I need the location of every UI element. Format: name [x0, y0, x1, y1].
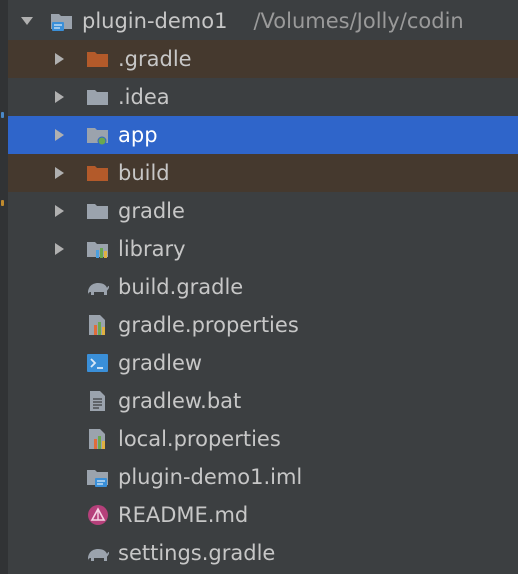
project-name: plugin-demo1 — [82, 9, 228, 33]
tree-item-label: app — [118, 123, 158, 147]
tree-item-label: settings.gradle — [118, 541, 276, 565]
tree-item-gradle[interactable]: gradle — [8, 192, 518, 230]
properties-file-icon — [86, 428, 110, 450]
collapsed-arrow-icon[interactable] — [52, 128, 66, 142]
tree-item-label: plugin-demo1.iml — [118, 465, 303, 489]
tree-root-project[interactable]: plugin-demo1 /Volumes/Jolly/codin — [8, 2, 518, 40]
tree-item-settings-gradle[interactable]: settings.gradle — [8, 534, 518, 572]
folder-excluded-icon — [86, 48, 110, 70]
tree-item-gradlew[interactable]: gradlew — [8, 344, 518, 382]
tree-item-gradle[interactable]: .gradle — [8, 40, 518, 78]
tree-item-plugin-demo1-iml[interactable]: plugin-demo1.iml — [8, 458, 518, 496]
text-file-icon — [86, 390, 110, 412]
collapsed-arrow-icon[interactable] — [52, 204, 66, 218]
collapsed-arrow-icon[interactable] — [52, 52, 66, 66]
folder-icon — [86, 86, 110, 108]
folder-excluded-icon — [86, 162, 110, 184]
iml-module-file-icon — [86, 466, 110, 488]
expanded-arrow-icon[interactable] — [20, 14, 34, 28]
arrow-spacer — [52, 508, 66, 522]
arrow-spacer — [52, 546, 66, 560]
gutter-marker — [1, 112, 4, 118]
tree-item-label: .gradle — [118, 47, 192, 71]
tree-item-label: .idea — [118, 85, 170, 109]
tree-item-label: gradlew — [118, 351, 203, 375]
collapsed-arrow-icon[interactable] — [52, 166, 66, 180]
module-folder-icon — [86, 124, 110, 146]
arrow-spacer — [52, 432, 66, 446]
gradle-elephant-icon — [86, 276, 110, 298]
tree-item-idea[interactable]: .idea — [8, 78, 518, 116]
markdown-file-icon — [86, 504, 110, 526]
tree-item-label: build — [118, 161, 170, 185]
arrow-spacer — [52, 470, 66, 484]
project-module-folder-icon — [50, 10, 74, 32]
tree-item-label: local.properties — [118, 427, 281, 451]
arrow-spacer — [52, 394, 66, 408]
tree-item-label: gradle — [118, 199, 185, 223]
gutter-marker — [1, 200, 4, 206]
project-path: /Volumes/Jolly/codin — [253, 9, 464, 33]
tree-item-readme-md[interactable]: README.md — [8, 496, 518, 534]
tree-item-library[interactable]: library — [8, 230, 518, 268]
tree-item-label: library — [118, 237, 186, 261]
collapsed-arrow-icon[interactable] — [52, 242, 66, 256]
project-tree-panel: plugin-demo1 /Volumes/Jolly/codin .gradl… — [0, 0, 518, 574]
tree-item-build-gradle[interactable]: build.gradle — [8, 268, 518, 306]
library-folder-icon — [86, 238, 110, 260]
tree-item-label: build.gradle — [118, 275, 244, 299]
tree-item-build[interactable]: build — [8, 154, 518, 192]
tree-item-gradle-properties[interactable]: gradle.properties — [8, 306, 518, 344]
gradle-elephant-icon — [86, 542, 110, 564]
tree-item-label: README.md — [118, 503, 249, 527]
left-gutter — [0, 0, 8, 574]
arrow-spacer — [52, 280, 66, 294]
tree-item-app[interactable]: app — [8, 116, 518, 154]
arrow-spacer — [52, 356, 66, 370]
tree-item-gradlew-bat[interactable]: gradlew.bat — [8, 382, 518, 420]
tree-item-label: gradle.properties — [118, 313, 299, 337]
arrow-spacer — [52, 318, 66, 332]
properties-file-icon — [86, 314, 110, 336]
shell-script-icon — [86, 352, 110, 374]
tree-item-label: gradlew.bat — [118, 389, 242, 413]
tree-item-local-properties[interactable]: local.properties — [8, 420, 518, 458]
folder-icon — [86, 200, 110, 222]
collapsed-arrow-icon[interactable] — [52, 90, 66, 104]
